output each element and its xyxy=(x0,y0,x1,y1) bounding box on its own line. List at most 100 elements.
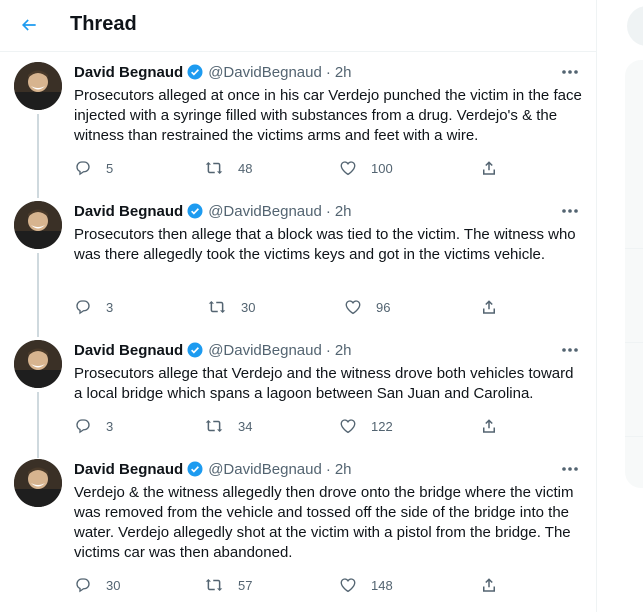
author-name[interactable]: David Begnaud xyxy=(74,461,183,478)
tweet[interactable]: David Begnaud @DavidBegnaud · 2h Prosecu… xyxy=(0,62,596,198)
share-icon xyxy=(483,419,495,433)
retweet-button[interactable]: 34 xyxy=(204,416,252,436)
thread-line xyxy=(37,114,39,198)
retweet-icon xyxy=(205,420,223,432)
more-button[interactable] xyxy=(560,342,580,358)
tweet-text: Verdejo & the witness allegedly then dro… xyxy=(74,484,574,561)
avatar[interactable] xyxy=(14,459,62,507)
heart-icon xyxy=(340,161,356,176)
author-handle[interactable]: @DavidBegnaud xyxy=(208,342,322,359)
share-button[interactable] xyxy=(480,158,498,178)
more-horizontal-icon xyxy=(562,467,578,471)
verified-badge-icon xyxy=(186,202,204,220)
arrow-left-icon xyxy=(21,19,36,31)
reply-button[interactable]: 3 xyxy=(74,297,113,317)
more-button[interactable] xyxy=(560,203,580,219)
avatar[interactable] xyxy=(14,340,62,388)
author-handle[interactable]: @DavidBegnaud xyxy=(208,203,322,220)
tweet[interactable]: David Begnaud @DavidBegnaud · 2h Prosecu… xyxy=(0,201,596,337)
sidebar-card xyxy=(625,60,643,488)
author-name[interactable]: David Begnaud xyxy=(74,64,183,81)
avatar-photo-icon xyxy=(14,62,62,110)
reply-count: 30 xyxy=(106,577,121,593)
search-input[interactable] xyxy=(627,6,643,46)
tweet[interactable]: David Begnaud @DavidBegnaud · 2h Verdejo… xyxy=(0,459,596,605)
tweet-actions: 3 34 122 xyxy=(74,416,514,436)
more-horizontal-icon xyxy=(562,70,578,74)
tweet-text: Prosecutors alleged at once in his car V… xyxy=(74,87,582,144)
retweet-count: 34 xyxy=(238,418,253,434)
heart-icon xyxy=(345,300,361,315)
divider xyxy=(625,248,643,249)
reply-button[interactable]: 3 xyxy=(74,416,113,436)
share-button[interactable] xyxy=(480,297,498,317)
back-button[interactable] xyxy=(14,10,44,40)
reply-icon xyxy=(76,578,90,593)
separator-dot: · xyxy=(325,202,331,220)
reply-count: 3 xyxy=(106,299,114,315)
author-name[interactable]: David Begnaud xyxy=(74,203,183,220)
share-button[interactable] xyxy=(480,575,498,595)
tweet-time[interactable]: 2h xyxy=(335,203,352,220)
tweet-header: David Begnaud @DavidBegnaud · 2h xyxy=(74,459,352,479)
retweet-icon xyxy=(205,162,223,174)
share-button[interactable] xyxy=(480,416,498,436)
divider xyxy=(625,436,643,437)
thread-timeline: Thread David Begnaud @DavidBegnaud · 2h xyxy=(0,0,597,612)
thread-line xyxy=(37,253,39,337)
avatar-photo-icon xyxy=(14,201,62,249)
tweet-time[interactable]: 2h xyxy=(335,342,352,359)
retweet-count: 48 xyxy=(238,160,253,176)
avatar-photo-icon xyxy=(14,340,62,388)
thread-line xyxy=(37,392,39,458)
reply-button[interactable]: 5 xyxy=(74,158,113,178)
like-button[interactable]: 148 xyxy=(339,575,393,595)
like-count: 122 xyxy=(371,418,393,434)
avatar[interactable] xyxy=(14,62,62,110)
author-name[interactable]: David Begnaud xyxy=(74,342,183,359)
tweet-time[interactable]: 2h xyxy=(335,461,352,478)
divider xyxy=(625,342,643,343)
tweet-actions: 3 30 96 xyxy=(74,297,514,317)
retweet-count: 30 xyxy=(241,299,256,315)
share-icon xyxy=(483,578,495,592)
retweet-button[interactable]: 48 xyxy=(204,158,252,178)
tweet-header: David Begnaud @DavidBegnaud · 2h xyxy=(74,340,352,360)
like-button[interactable]: 122 xyxy=(339,416,393,436)
reply-button[interactable]: 30 xyxy=(74,575,120,595)
retweet-button[interactable]: 57 xyxy=(204,575,252,595)
share-icon xyxy=(483,300,495,314)
like-button[interactable]: 100 xyxy=(339,158,393,178)
separator-dot: · xyxy=(325,63,331,81)
reply-icon xyxy=(76,419,90,434)
avatar[interactable] xyxy=(14,201,62,249)
heart-icon xyxy=(340,419,356,434)
more-button[interactable] xyxy=(560,64,580,80)
reply-icon xyxy=(76,161,90,176)
right-sidebar xyxy=(597,0,643,612)
like-button[interactable]: 96 xyxy=(344,297,390,317)
tweet[interactable]: David Begnaud @DavidBegnaud · 2h Prosecu… xyxy=(0,340,596,458)
avatar-photo-icon xyxy=(14,459,62,507)
page-title: Thread xyxy=(70,13,137,35)
author-handle[interactable]: @DavidBegnaud xyxy=(208,461,322,478)
tweet-header: David Begnaud @DavidBegnaud · 2h xyxy=(74,62,352,82)
tweet-actions: 5 48 100 xyxy=(74,158,514,178)
tweet-text: Prosecutors then allege that a block was… xyxy=(74,226,576,263)
tweet-time[interactable]: 2h xyxy=(335,64,352,81)
tweet-text: Prosecutors allege that Verdejo and the … xyxy=(74,365,574,402)
like-count: 96 xyxy=(376,299,391,315)
retweet-icon xyxy=(205,579,223,591)
author-handle[interactable]: @DavidBegnaud xyxy=(208,64,322,81)
reply-icon xyxy=(76,300,90,315)
retweet-icon xyxy=(208,301,226,313)
retweet-count: 57 xyxy=(238,577,253,593)
separator-dot: · xyxy=(325,341,331,359)
verified-badge-icon xyxy=(186,341,204,359)
retweet-button[interactable]: 30 xyxy=(207,297,255,317)
like-count: 100 xyxy=(371,160,393,176)
heart-icon xyxy=(340,578,356,593)
more-button[interactable] xyxy=(560,461,580,477)
reply-count: 3 xyxy=(106,418,114,434)
verified-badge-icon xyxy=(186,460,204,478)
